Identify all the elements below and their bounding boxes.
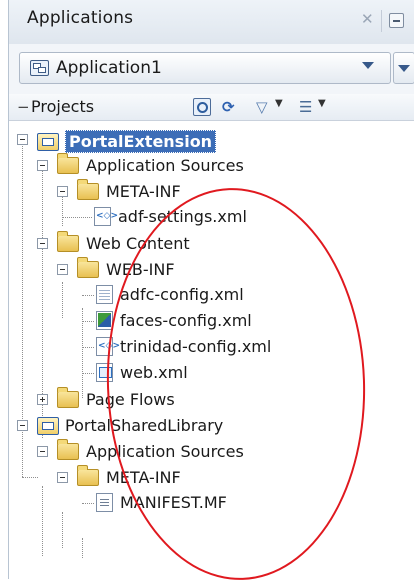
collapse-toggle-icon[interactable] [57,472,68,483]
tree-connector [22,477,38,478]
xml-file-icon: <◇> [94,207,118,226]
refresh-icon[interactable]: ⟳ [222,98,235,116]
project-tree: PortalExtension Application Sources META… [9,122,414,584]
tree-connector [42,486,43,556]
project-icon [37,132,59,151]
filter-dropdown-icon[interactable]: ▼ [275,98,283,109]
panel-titlebar: Applications ✕ [9,0,414,45]
collapse-toggle-icon[interactable] [37,238,48,249]
manifest-file-icon [96,493,113,512]
tree-item-label[interactable]: MANIFEST.MF [120,493,227,512]
folder-icon [77,465,99,486]
applications-panel: Applications ✕ Application1 − Projects ⟳… [8,0,414,584]
tree-item-label[interactable]: PortalSharedLibrary [65,416,223,435]
project-icon [37,416,59,435]
projects-toolbar: − Projects ⟳ ▽ ▼ ☰ ▼ [9,94,414,121]
tree-connector [62,282,63,318]
tree-item-label[interactable]: Application Sources [86,156,244,175]
tree-item-label[interactable]: Page Flows [86,390,175,409]
tree-item-label[interactable]: trinidad-config.xml [120,337,271,356]
expand-toggle-icon[interactable] [37,394,48,405]
tree-connector [82,538,83,558]
tree-item-label[interactable]: web.xml [120,363,188,382]
collapse-toggle-icon[interactable] [57,264,68,275]
faces-config-icon [96,311,113,330]
tree-connector [62,217,92,218]
collapse-toggle-icon[interactable] [37,160,48,171]
filter-icon[interactable]: ▽ [256,98,268,116]
tree-item-label[interactable]: META-INF [106,182,181,201]
search-icon[interactable] [193,98,211,116]
application-name: Application1 [56,58,162,78]
collapse-toggle-icon[interactable] [57,186,68,197]
folder-icon [57,387,79,408]
folder-icon [57,439,79,460]
tree-item-label[interactable]: adf-settings.xml [118,207,247,226]
chevron-down-icon[interactable] [362,62,374,69]
tree-connector [82,295,94,296]
tree-connector [82,373,94,374]
tree-item-label[interactable]: Application Sources [86,442,244,461]
tree-connector [82,347,94,348]
application-selector[interactable]: Application1 [19,52,391,84]
toolbar-separator [381,10,382,32]
application-bar: Application1 [9,44,414,95]
tree-item-label[interactable]: META-INF [106,468,181,487]
application-menu-button[interactable] [393,52,414,84]
collapse-toggle-icon[interactable] [17,134,28,145]
minimize-icon[interactable] [389,13,404,28]
tree-connector [62,512,63,548]
tree-connector [82,321,94,322]
application-icon [30,60,49,76]
folder-icon [57,231,79,252]
options-dropdown-icon[interactable]: ▼ [318,98,326,109]
folder-icon [57,153,79,174]
tree-options-icon[interactable]: ☰ [299,98,312,116]
collapse-icon[interactable]: − [17,98,30,116]
close-icon[interactable]: ✕ [361,10,374,28]
tree-item-label[interactable]: Web Content [86,234,190,253]
projects-section-label[interactable]: Projects [31,97,94,116]
tree-item-label[interactable]: PortalExtension [65,130,217,153]
collapse-toggle-icon[interactable] [17,420,28,431]
tree-connector [82,503,94,504]
folder-icon [77,257,99,278]
panel-title: Applications [27,8,134,28]
web-xml-icon [96,363,113,382]
tree-item-label[interactable]: adfc-config.xml [120,285,244,304]
collapse-toggle-icon[interactable] [37,446,48,457]
xml-file-icon: <◇> [96,337,120,356]
tree-item-label[interactable]: faces-config.xml [120,311,252,330]
tree-item-label[interactable]: WEB-INF [106,260,175,279]
adfc-config-icon [96,285,113,304]
folder-icon [77,179,99,200]
